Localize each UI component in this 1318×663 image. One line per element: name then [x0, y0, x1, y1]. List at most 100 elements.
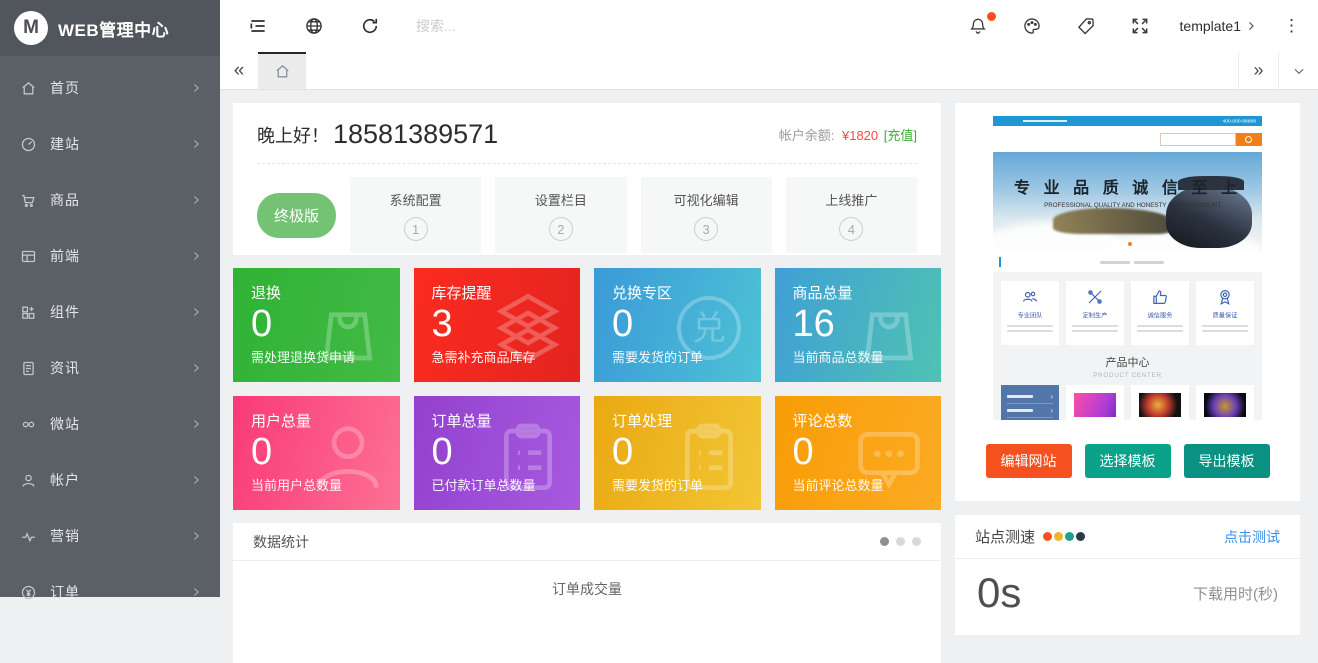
template-actions: 编辑网站 选择模板 导出模板 — [969, 444, 1286, 478]
speed-test-title: 站点测速 — [975, 526, 1035, 547]
globe-icon[interactable] — [304, 16, 324, 36]
logo-row: M WEB管理中心 — [0, 0, 220, 56]
site-preview[interactable]: 400-000-88888 专 业 品 质 诚 信 至 上 PROFESSION… — [969, 116, 1286, 420]
stat-card-comments-total[interactable]: 评论总数 0 当前评论总数量 — [775, 396, 942, 510]
chevron-right-icon — [190, 82, 202, 94]
sidebar-item-home[interactable]: 首页 — [0, 60, 220, 116]
stat-card-stock-alert[interactable]: 库存提醒 3 急需补充商品库存 — [414, 268, 581, 382]
more-vertical-icon[interactable]: ⋮ — [1283, 16, 1300, 36]
collapse-menu-icon[interactable] — [248, 16, 268, 36]
download-time-value: 0s — [977, 569, 1021, 617]
carousel-dots — [880, 537, 921, 546]
logo-letter: M — [23, 17, 39, 39]
carousel-dot[interactable] — [896, 537, 905, 546]
fullscreen-icon[interactable] — [1130, 16, 1150, 36]
chevron-right-icon — [190, 418, 202, 430]
choose-template-button[interactable]: 选择模板 — [1085, 444, 1171, 478]
speed-test-panel: 站点测速 点击测试 0s 下载用时(秒) — [955, 515, 1300, 635]
chevron-right-icon — [190, 530, 202, 542]
carousel-dot[interactable] — [880, 537, 889, 546]
tabbar-spacer — [306, 52, 1238, 89]
sidebar-item-sitebuilder[interactable]: 建站 — [0, 116, 220, 172]
exchange-icon: 兑 — [669, 288, 749, 368]
account-number: 18581389571 — [333, 119, 498, 150]
chevron-right-icon — [190, 250, 202, 262]
product-center-subtitle: PRODUCT CENTER — [1039, 372, 1216, 379]
sidebar-item-marketing[interactable]: 营销 — [0, 508, 220, 564]
chevron-right-icon — [190, 474, 202, 486]
export-template-button[interactable]: 导出模板 — [1184, 444, 1270, 478]
gauge-icon — [20, 136, 37, 153]
step-number: 4 — [839, 217, 863, 241]
preview-tagline-row — [993, 254, 1262, 270]
step-go-live[interactable]: 上线推广 4 — [786, 177, 917, 253]
sidebar-menu: 首页 建站 商品 前端 组件 资讯 微站 — [0, 56, 220, 620]
step-visual-edit[interactable]: 可视化编辑 3 — [641, 177, 772, 253]
preview-nav — [993, 126, 1262, 152]
preview-carousel-dot — [1128, 242, 1132, 246]
chat-icon — [849, 416, 929, 496]
team-icon — [1021, 288, 1039, 306]
recharge-link[interactable]: [充值] — [884, 128, 917, 143]
preview-features: 专业团队 定制生产 诚信服务 — [1001, 281, 1254, 345]
tabs-scroll-left[interactable]: « — [220, 52, 258, 89]
speed-dot — [1065, 532, 1074, 541]
stat-card-goods-total[interactable]: 商品总量 16 当前商品总数量 — [775, 268, 942, 382]
sidebar-item-components[interactable]: 组件 — [0, 284, 220, 340]
cart-icon — [20, 192, 37, 209]
step-label: 设置栏目 — [535, 190, 587, 209]
tabs-scroll-right[interactable]: » — [1238, 52, 1278, 89]
tabs-menu-icon[interactable] — [1278, 52, 1318, 89]
preview-tagline-bars — [1100, 261, 1164, 264]
infinity-icon — [20, 416, 37, 433]
template-selector[interactable]: template1 — [1180, 18, 1257, 34]
svg-text:兑: 兑 — [692, 311, 725, 348]
stat-card-exchange[interactable]: 兑换专区 0 需要发货的订单 兑 — [594, 268, 761, 382]
run-speed-test-link[interactable]: 点击测试 — [1224, 527, 1280, 547]
tab-home[interactable] — [258, 52, 306, 89]
step-system-config[interactable]: 系统配置 1 — [350, 177, 481, 253]
sidebar-item-label: 首页 — [50, 78, 80, 98]
search-input[interactable] — [416, 18, 656, 34]
carousel-dot[interactable] — [912, 537, 921, 546]
clipboard-icon — [669, 416, 749, 496]
sidebar-item-frontend[interactable]: 前端 — [0, 228, 220, 284]
product-center-title: 产品中心 — [1001, 354, 1254, 370]
sidebar-item-label: 订单 — [50, 582, 80, 602]
preview-feature-custom: 定制生产 — [1066, 281, 1124, 345]
tag-icon[interactable] — [1076, 16, 1096, 36]
step-label: 可视化编辑 — [674, 190, 739, 209]
content: 晚上好！ 18581389571 帐户余额: ¥1820 [充值] 终极版 系统… — [220, 90, 1318, 657]
edit-site-button[interactable]: 编辑网站 — [986, 444, 1072, 478]
preview-body: 专业团队 定制生产 诚信服务 — [993, 272, 1262, 420]
version-badge[interactable]: 终极版 — [257, 193, 336, 238]
balance-amount: ¥1820 — [842, 128, 878, 143]
sidebar-item-microsite[interactable]: 微站 — [0, 396, 220, 452]
stat-card-orders-total[interactable]: 订单总量 0 已付款订单总数量 — [414, 396, 581, 510]
sidebar-item-account[interactable]: 帐户 — [0, 452, 220, 508]
topbar: template1 ⋮ — [220, 0, 1318, 52]
stat-card-returns[interactable]: 退换 0 需处理退换货申请 — [233, 268, 400, 382]
preview-topbar: 400-000-88888 — [993, 116, 1262, 126]
sidebar-item-label: 组件 — [50, 302, 80, 322]
sidebar-item-goods[interactable]: 商品 — [0, 172, 220, 228]
preview-feature-team: 专业团队 — [1001, 281, 1059, 345]
layers-icon — [488, 288, 568, 368]
step-set-columns[interactable]: 设置栏目 2 — [495, 177, 626, 253]
user-icon — [20, 472, 37, 489]
stat-card-users-total[interactable]: 用户总量 0 当前用户总数量 — [233, 396, 400, 510]
components-icon — [20, 304, 37, 321]
preview-blue-tick — [999, 257, 1001, 267]
palette-icon[interactable] — [1022, 16, 1042, 36]
bag-icon — [849, 288, 929, 368]
bell-icon[interactable] — [968, 16, 988, 36]
sidebar: M WEB管理中心 首页 建站 商品 前端 组件 — [0, 0, 220, 597]
order-icon — [20, 584, 37, 601]
sidebar-item-orders[interactable]: 订单 — [0, 564, 220, 620]
pulse-icon — [20, 528, 37, 545]
news-icon — [20, 360, 37, 377]
sidebar-item-news[interactable]: 资讯 — [0, 340, 220, 396]
stat-card-order-processing[interactable]: 订单处理 0 需要发货的订单 — [594, 396, 761, 510]
balance: 帐户余额: ¥1820 [充值] — [779, 125, 917, 144]
refresh-icon[interactable] — [360, 16, 380, 36]
